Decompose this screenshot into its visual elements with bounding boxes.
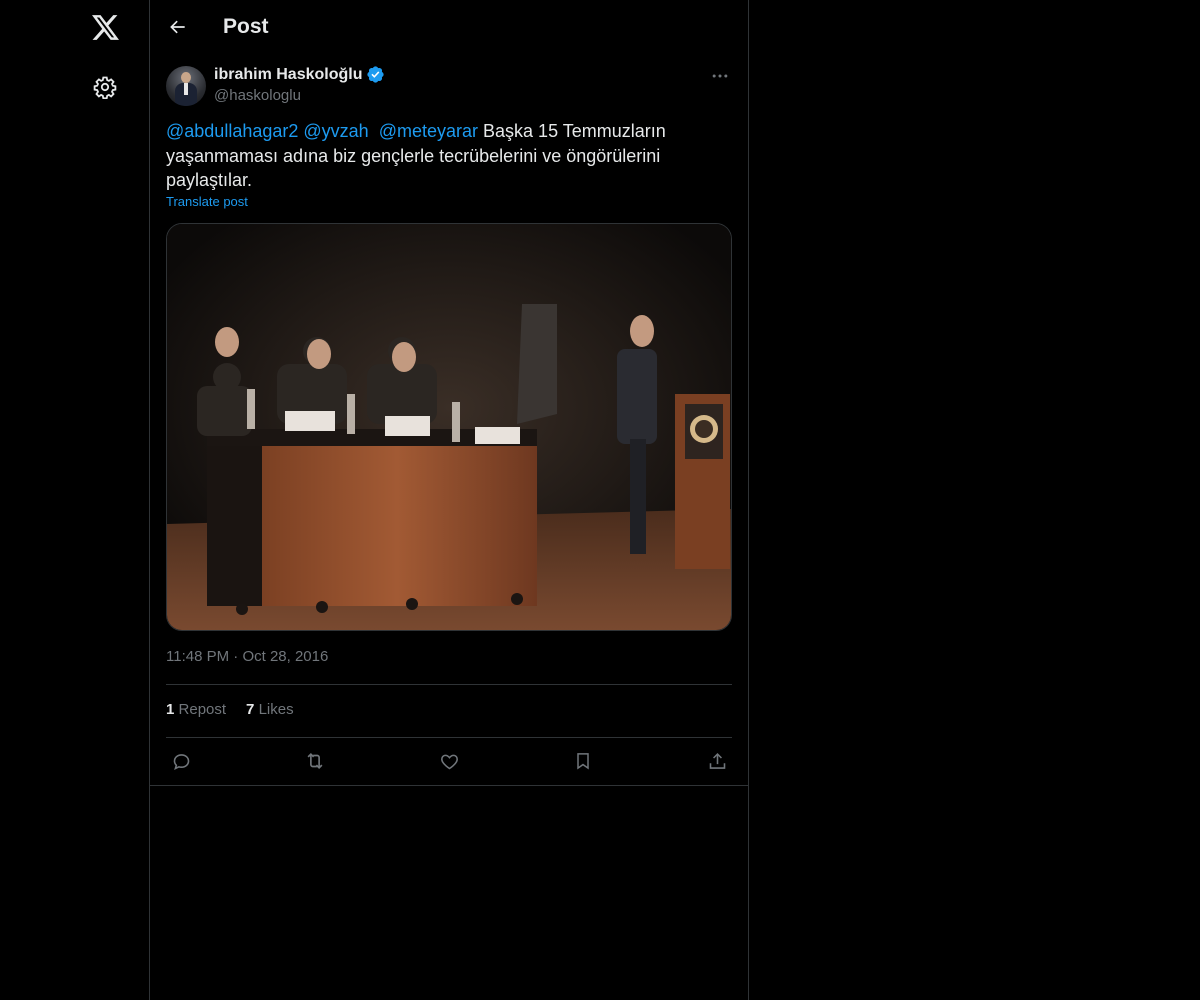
arrow-left-icon [170,20,185,34]
author-name-text: ibrahim Haskoloğlu [214,65,363,83]
reposts-label: Repost [178,701,227,718]
reposts-count: 1 [166,701,175,718]
share-button[interactable] [702,746,732,776]
mention-link[interactable]: @meteyarar [379,121,478,141]
avatar[interactable] [166,66,206,106]
post-time[interactable]: 11:48 PM [166,648,229,665]
post-author: ibrahim Haskoloğlu @haskologlu [166,62,732,110]
page-title: Post [223,15,269,38]
likes-count: 7 [246,701,255,718]
divider [166,684,732,685]
post-bottom-border [150,785,748,786]
bookmark-icon [577,753,589,770]
likes-label: Likes [258,701,294,718]
repost-icon [307,752,323,770]
gear-icon[interactable] [92,74,118,100]
timestamp-separator: · [233,648,239,665]
reply-button[interactable] [166,746,196,776]
back-button[interactable] [164,13,192,41]
author-handle[interactable]: @haskologlu [214,87,301,104]
post-stats: 1 Repost 7 Likes [166,701,294,718]
header: Post [150,0,748,54]
mention-link[interactable]: @yvzah [303,121,368,141]
repost-button[interactable] [300,746,330,776]
likes-stat[interactable]: 7 Likes [246,701,294,718]
post-actions [166,746,732,776]
post-timestamp: 11:48 PM · Oct 28, 2016 [166,648,328,665]
more-dots-icon [712,74,728,78]
post-image[interactable] [166,223,732,631]
more-options-button[interactable] [708,64,732,88]
like-button[interactable] [434,746,464,776]
mention-link[interactable]: @abdullahagar2 [166,121,298,141]
reply-icon [173,753,189,770]
post-date[interactable]: Oct 28, 2016 [242,648,328,665]
author-name[interactable]: ibrahim Haskoloğlu [214,65,385,84]
post-text: @abdullahagar2 @yvzah @meteyarar Başka 1… [166,119,686,193]
bookmark-button[interactable] [568,746,598,776]
translate-post-link[interactable]: Translate post [166,194,248,209]
divider [166,737,732,738]
heart-icon [440,754,458,769]
post-column: Post ibrahim Haskoloğlu @haskologlu @abd… [149,0,749,1000]
x-logo-icon[interactable] [91,13,119,41]
share-icon [709,752,725,769]
verified-badge-icon [366,65,385,84]
left-nav [0,0,149,1000]
reposts-stat[interactable]: 1 Repost [166,701,226,718]
